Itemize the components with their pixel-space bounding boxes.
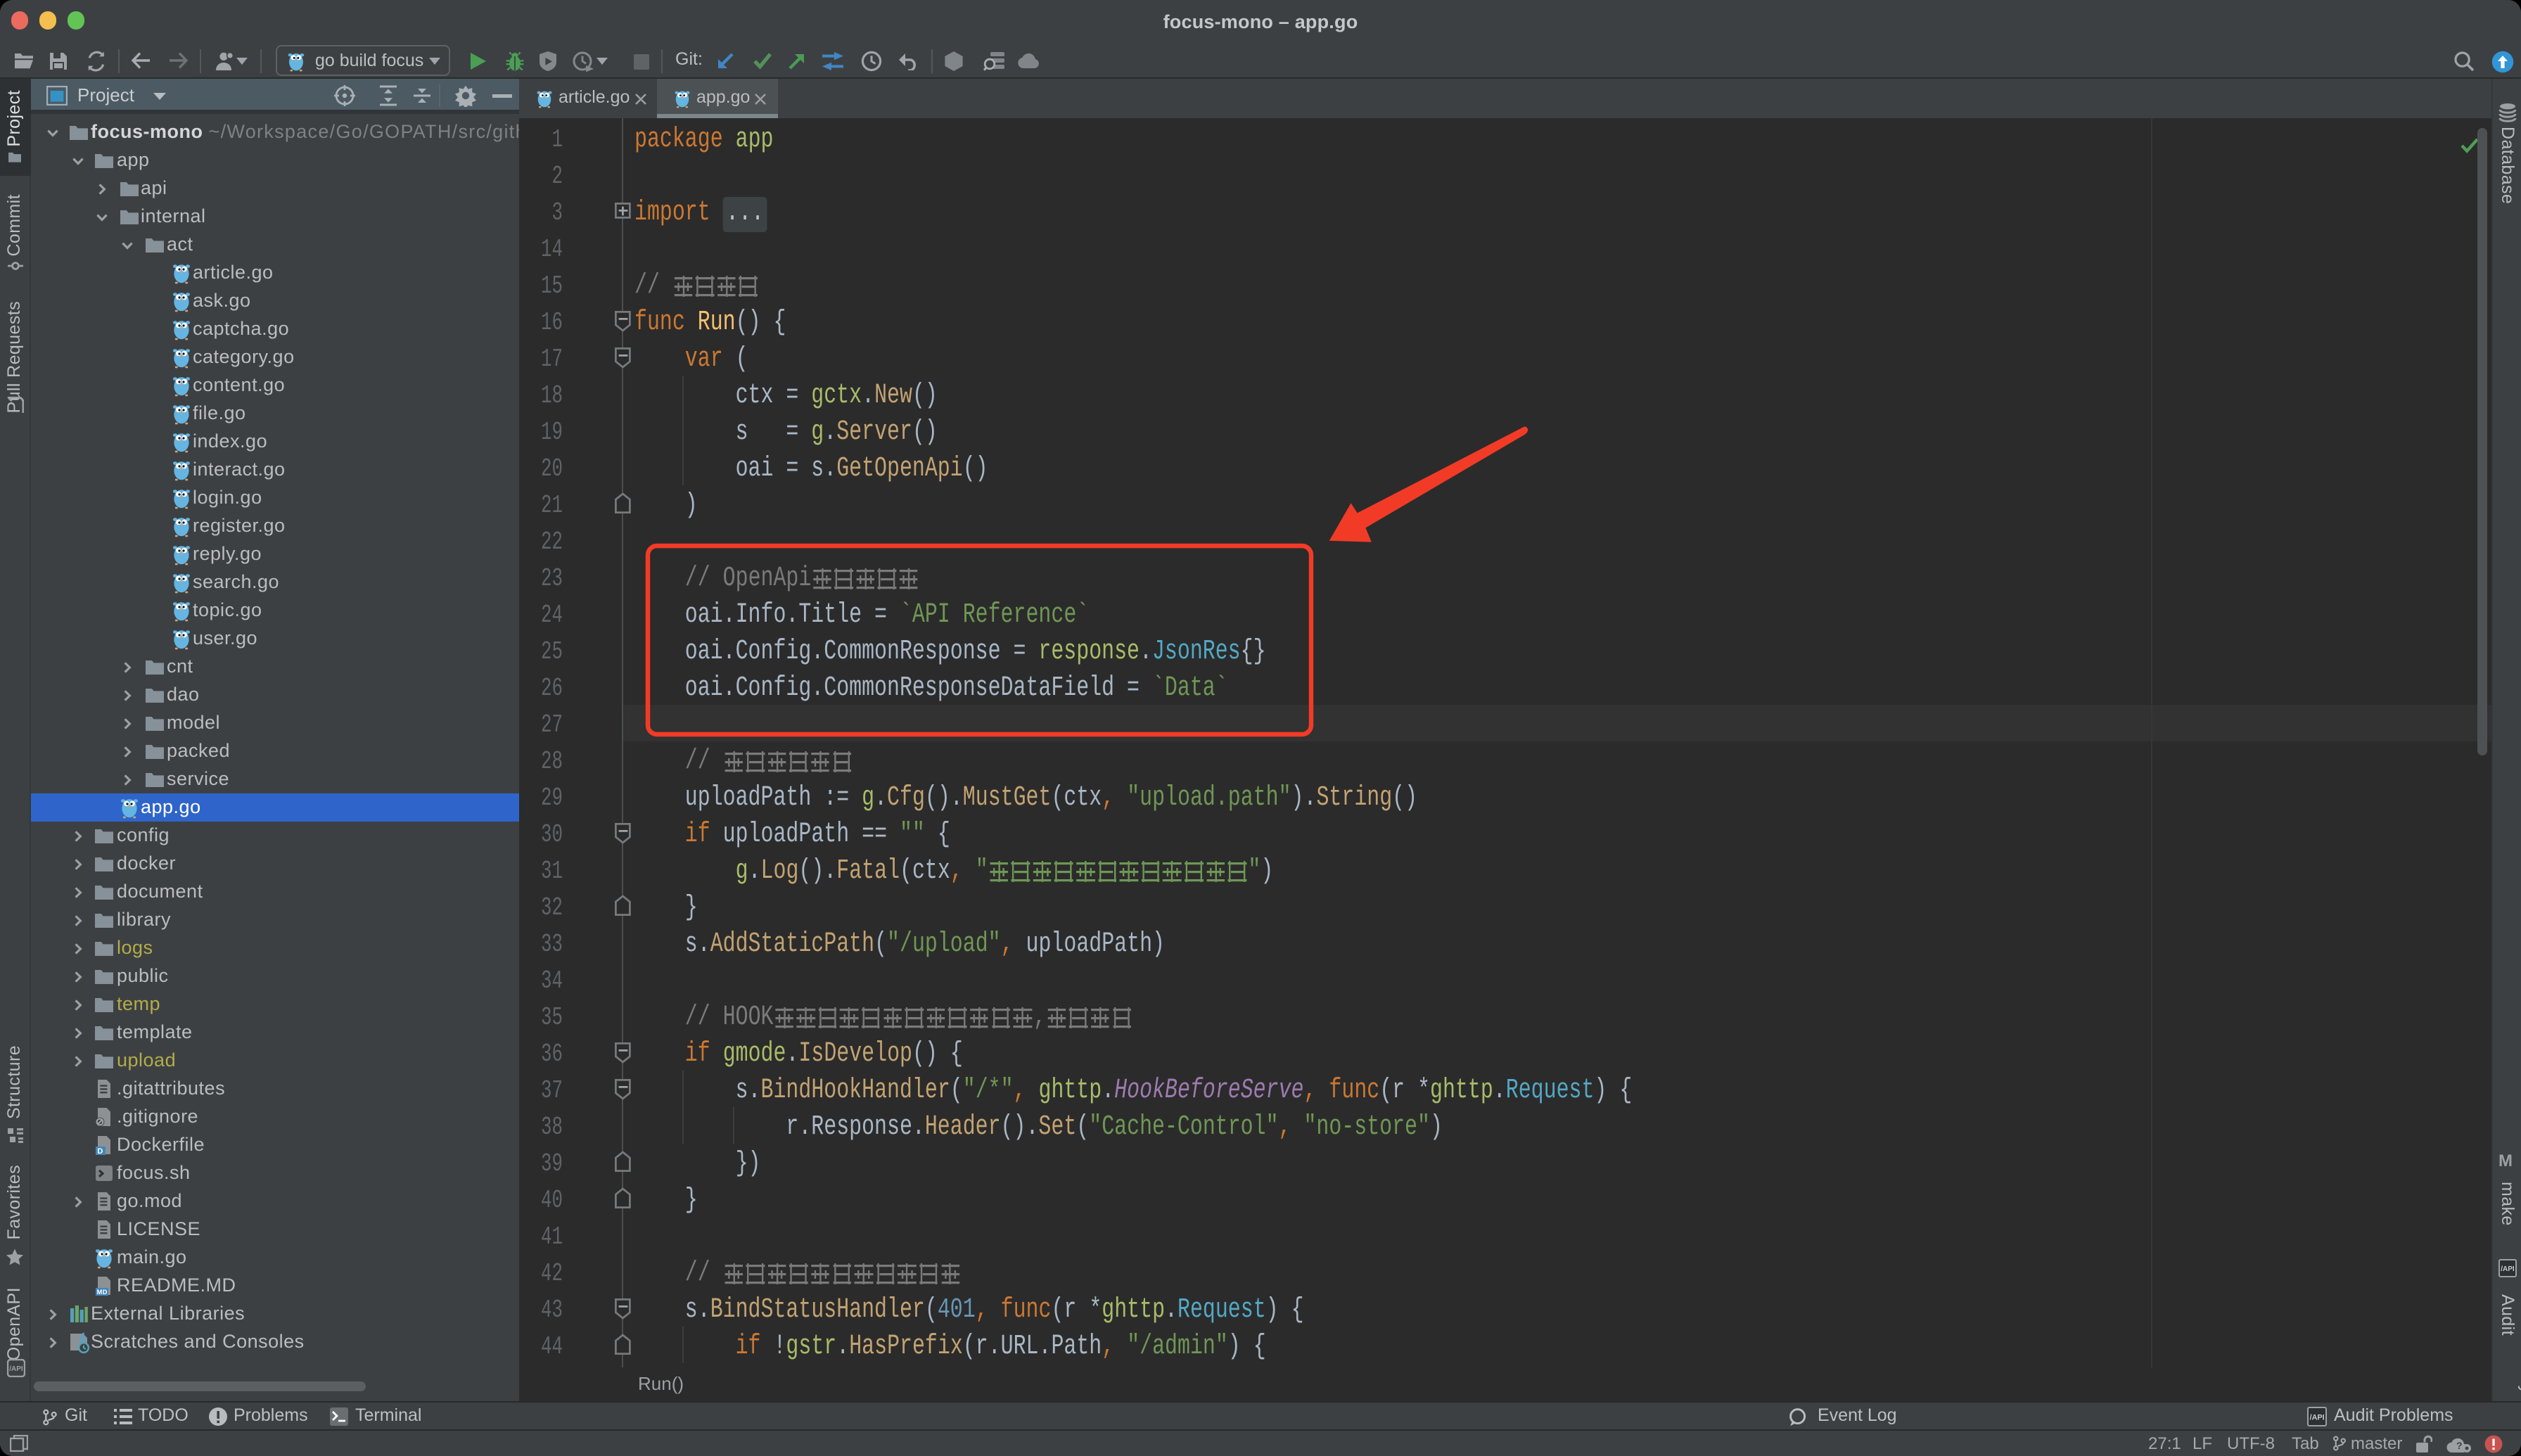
svg-text:?: ? <box>2456 1439 2463 1450</box>
svg-text:/API: /API <box>2501 1265 2515 1273</box>
svg-text:/API: /API <box>8 1365 23 1373</box>
svg-text:/API: /API <box>2310 1413 2325 1422</box>
